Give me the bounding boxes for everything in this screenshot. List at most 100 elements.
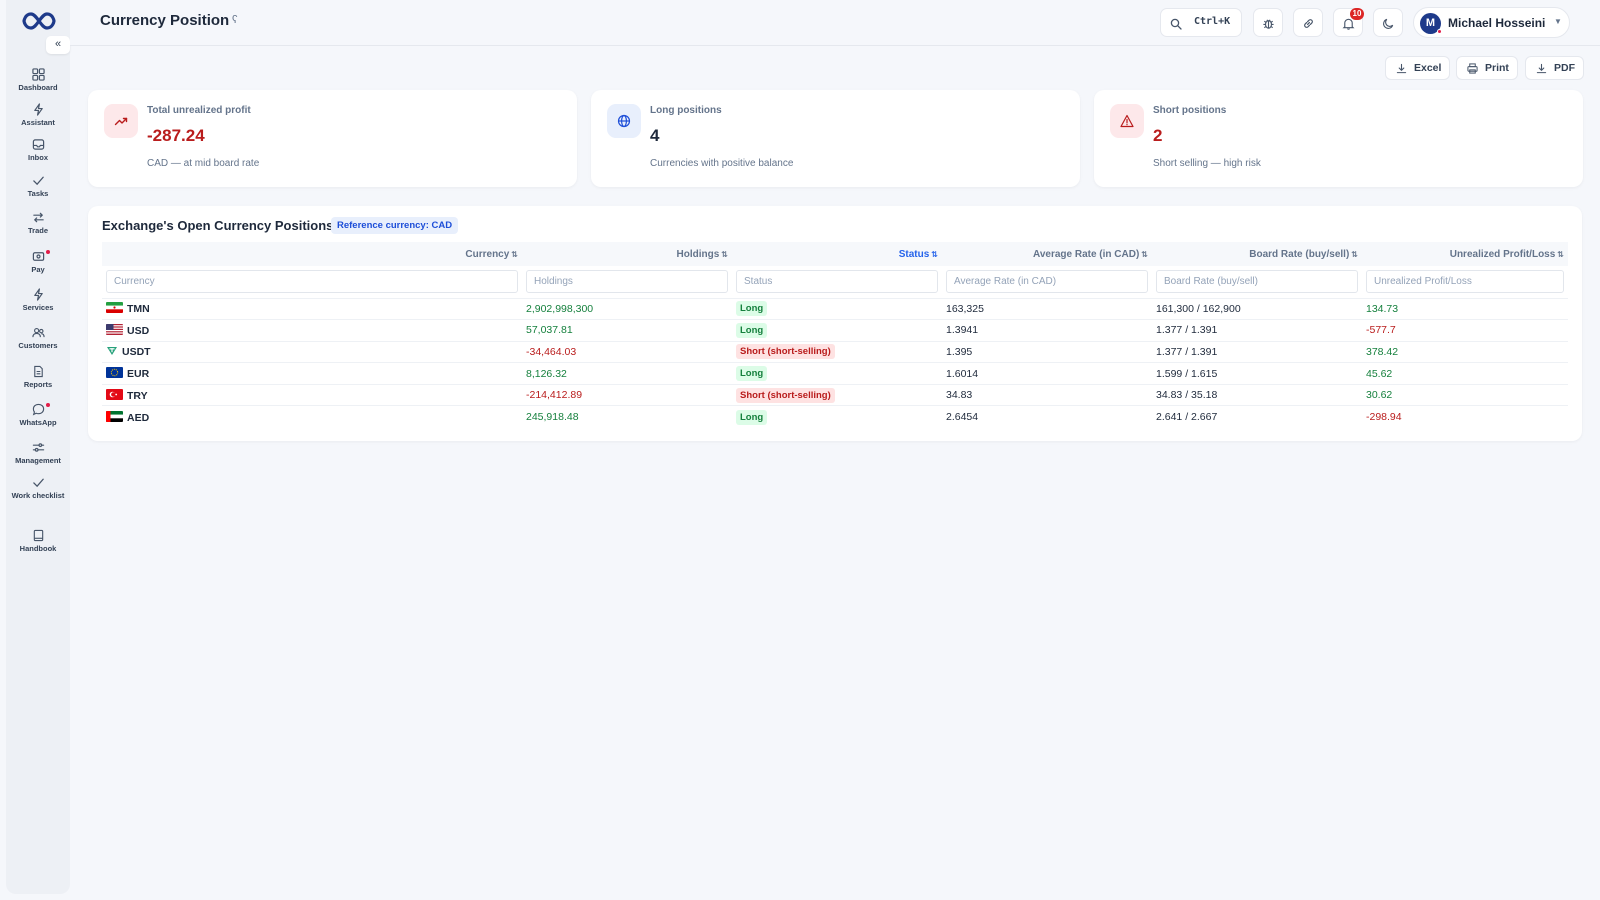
sidebar-item-handbook[interactable]: Handbook [6, 529, 70, 563]
status-cell: Long [732, 405, 942, 428]
status-badge: Short (short-selling) [736, 387, 835, 403]
export-excel-label: Excel [1414, 62, 1442, 74]
card-subtitle: Short selling — high risk [1153, 158, 1261, 169]
sidebar-item-services[interactable]: Services [6, 288, 70, 322]
unrealized-pnl-cell: -298.94 [1362, 405, 1568, 428]
filter-board-rate-input[interactable] [1156, 270, 1358, 294]
infinity-logo-icon[interactable] [22, 10, 56, 32]
filter-holdings-input[interactable] [526, 270, 728, 294]
status-cell: Short (short-selling) [732, 383, 942, 406]
holdings-cell: 8,126.32 [522, 362, 732, 385]
filter-currency-input[interactable] [106, 270, 518, 294]
chat-icon [32, 403, 44, 416]
export-pdf-button[interactable]: PDF [1525, 56, 1584, 80]
globe-icon [617, 114, 631, 128]
bug-report-button[interactable] [1253, 8, 1283, 37]
card-icon [104, 104, 138, 138]
currency-cell: TRY [102, 383, 522, 406]
table-title: Exchange's Open Currency Positions [102, 218, 334, 233]
search-button[interactable]: Ctrl+K [1160, 8, 1242, 37]
holdings-cell: 57,037.81 [522, 319, 732, 342]
unrealized-pnl-cell: 45.62 [1362, 362, 1568, 385]
board-rate-cell: 34.83 / 35.18 [1152, 383, 1362, 406]
sidebar-item-label: Trade [27, 226, 48, 235]
sort-icon: ⇅ [511, 249, 518, 259]
column-header-holdings[interactable]: Holdings ⇅ [522, 242, 732, 266]
status-badge: Long [736, 366, 768, 382]
column-header-currency[interactable]: Currency ⇅ [102, 242, 522, 266]
sidebar-item-customers[interactable]: Customers [6, 326, 70, 360]
column-header-unrealized-pnl[interactable]: Unrealized Profit/Loss ⇅ [1362, 242, 1568, 266]
sidebar-item-whatsapp[interactable]: WhatsApp [6, 403, 70, 437]
sidebar-item-work-checklist[interactable]: Work checklist [6, 476, 70, 510]
column-header-average-rate[interactable]: Average Rate (in CAD) ⇅ [942, 242, 1152, 266]
reference-currency-badge: Reference currency: CAD [331, 217, 459, 234]
chevron-down-icon: ▼ [1554, 17, 1562, 26]
collapse-sidebar-button[interactable]: « [46, 36, 70, 54]
sidebar-item-management[interactable]: Management [6, 441, 70, 475]
export-pdf-label: PDF [1554, 62, 1575, 74]
info-icon[interactable]: ʕ [232, 14, 238, 26]
sort-icon: ⇅ [931, 249, 938, 259]
unrealized-pnl-cell: 30.62 [1362, 383, 1568, 406]
sort-icon: ⇅ [721, 249, 728, 259]
book-icon [33, 529, 43, 542]
print-button[interactable]: Print [1456, 56, 1518, 80]
dark-mode-toggle[interactable] [1373, 8, 1403, 37]
unrealized-pnl-cell: 378.42 [1362, 340, 1568, 363]
link-icon [1304, 19, 1313, 28]
table-row[interactable]: USD 57,037.81 Long 1.3941 1.377 / 1.391 … [102, 319, 1568, 342]
status-badge: Short (short-selling) [736, 344, 835, 360]
sidebar-item-tasks[interactable]: Tasks [6, 174, 70, 208]
status-badge: Long [736, 301, 768, 317]
sidebar-item-inbox[interactable]: Inbox [6, 138, 70, 172]
unrealized-pnl-cell: 134.73 [1362, 297, 1568, 320]
board-rate-cell: 161,300 / 162,900 [1152, 297, 1362, 320]
link-button[interactable] [1293, 8, 1323, 37]
sidebar-item-dashboard[interactable]: Dashboard [6, 68, 70, 102]
filter-status-input[interactable] [736, 270, 938, 294]
user-menu[interactable]: M Michael Hosseini ▼ [1413, 7, 1570, 38]
sidebar-item-trade[interactable]: Trade [6, 211, 70, 245]
sidebar-item-label: Customers [18, 341, 58, 350]
column-header-status[interactable]: Status ⇅ [732, 242, 942, 266]
sidebar-item-label: Reports [23, 380, 53, 389]
holdings-cell: -214,412.89 [522, 383, 732, 406]
card-title: Total unrealized profit [147, 105, 251, 116]
average-rate-cell: 163,325 [942, 297, 1152, 320]
currency-cell: USD [102, 319, 522, 342]
sidebar-item-label: Assistant [21, 118, 55, 127]
eu-flag-icon [106, 367, 123, 379]
holdings-cell: -34,464.03 [522, 340, 732, 363]
filter-average-rate-input[interactable] [946, 270, 1148, 294]
table-row[interactable]: AED 245,918.48 Long 2.6454 2.641 / 2.667… [102, 405, 1568, 428]
table-row[interactable]: TMN 2,902,998,300 Long 163,325 161,300 /… [102, 297, 1568, 320]
sidebar-item-assistant[interactable]: Assistant [6, 103, 70, 137]
card-short-positions: Short positions 2 Short selling — high r… [1094, 90, 1583, 187]
notification-dot [46, 403, 50, 407]
card-subtitle: CAD — at mid board rate [147, 158, 260, 169]
bolt-icon [33, 288, 43, 301]
notifications-button[interactable]: 10 [1333, 8, 1364, 37]
card-value: -287.24 [147, 126, 205, 145]
holdings-cell: 245,918.48 [522, 405, 732, 428]
table-row[interactable]: EUR 8,126.32 Long 1.6014 1.599 / 1.615 4… [102, 362, 1568, 385]
board-rate-cell: 1.599 / 1.615 [1152, 362, 1362, 385]
notification-count-badge: 10 [1350, 8, 1364, 20]
column-header-board-rate[interactable]: Board Rate (buy/sell) ⇅ [1152, 242, 1362, 266]
positions-panel: Exchange's Open Currency Positions Refer… [88, 206, 1582, 441]
sidebar-item-reports[interactable]: Reports [6, 365, 70, 399]
card-total-unrealized-profit: Total unrealized profit -287.24 CAD — at… [88, 90, 577, 187]
export-excel-button[interactable]: Excel [1385, 56, 1450, 80]
status-cell: Short (short-selling) [732, 340, 942, 363]
card-title: Short positions [1153, 105, 1227, 116]
sidebar-item-pay[interactable]: Pay [6, 250, 70, 284]
notification-dot [46, 250, 50, 254]
top-header: Currency Position ʕ Ctrl+K 10 M Michael … [70, 0, 1600, 46]
table-row[interactable]: USDT -34,464.03 Short (short-selling) 1.… [102, 340, 1568, 363]
filter-unrealized-pnl-input[interactable] [1366, 270, 1564, 294]
table-row[interactable]: TRY -214,412.89 Short (short-selling) 34… [102, 383, 1568, 406]
sidebar-item-label: Handbook [19, 544, 57, 553]
sliders-icon [32, 443, 44, 452]
users-icon [31, 328, 45, 338]
